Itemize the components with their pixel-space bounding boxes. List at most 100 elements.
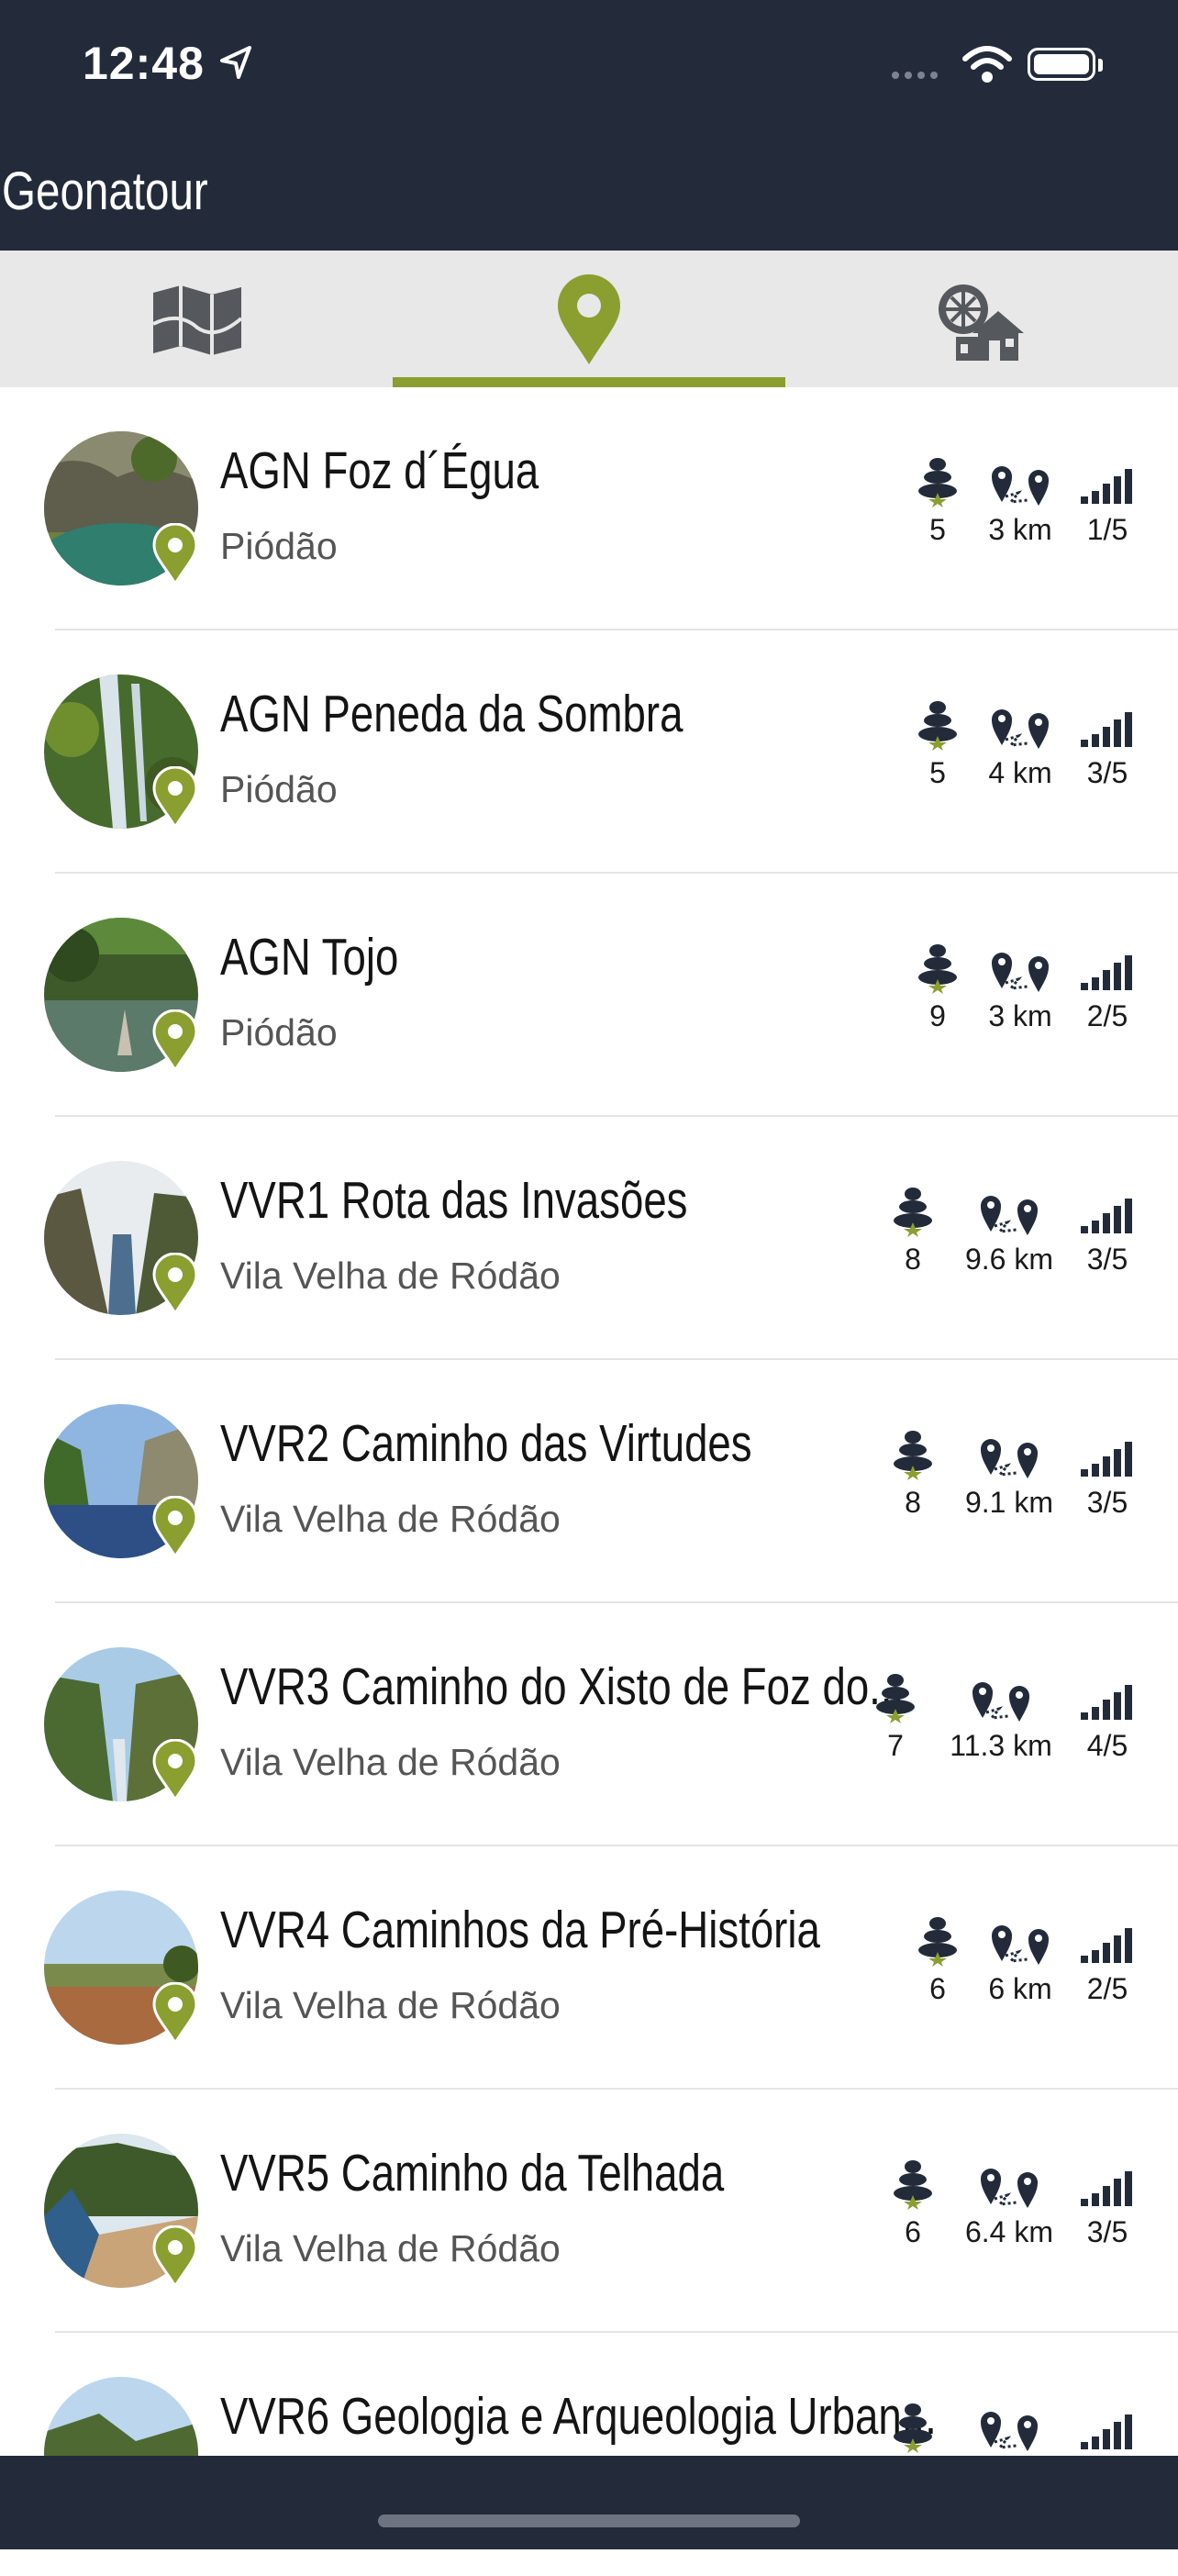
difficulty-bars-icon <box>1081 2414 1132 2449</box>
distance-value: 6.4 km <box>964 2215 1054 2248</box>
battery-icon <box>1028 48 1095 81</box>
difficulty-bars-icon <box>1081 1928 1132 1963</box>
points-stat: 5 <box>910 456 965 547</box>
cellular-signal-icon <box>892 72 938 79</box>
active-tab-indicator <box>393 377 785 387</box>
app-header: Geonatour <box>0 133 1178 251</box>
points-stat: 8 <box>885 1186 940 1277</box>
home-indicator[interactable] <box>378 2515 800 2527</box>
distance-value: 3 km <box>988 513 1052 546</box>
distance-stat: 6 km <box>984 1915 1057 2006</box>
map-pin-icon <box>152 1009 198 1072</box>
distance-value: 9.6 km <box>964 1243 1054 1276</box>
route-location: Piódão <box>220 768 338 810</box>
difficulty-value: 1/5 <box>1086 513 1128 546</box>
points-count: 9 <box>929 999 946 1032</box>
stacked-stones-icon <box>876 1674 915 1723</box>
difficulty-value: 3/5 <box>1086 1243 1128 1276</box>
route-location: Vila Velha de Ródão <box>220 1984 561 2026</box>
map-pin-icon <box>152 523 198 585</box>
route-title: AGN Tojo <box>220 928 399 987</box>
difficulty-stat: 3/5 <box>1075 1429 1139 1520</box>
route-distance-icon <box>992 709 1049 749</box>
difficulty-bars-icon <box>1081 1442 1132 1477</box>
difficulty-stat <box>1075 2402 1139 2453</box>
points-count: 5 <box>929 756 946 789</box>
stacked-stones-icon <box>918 701 957 751</box>
map-pin-icon <box>152 1253 198 1315</box>
route-distance-icon <box>981 1439 1038 1478</box>
wifi-icon <box>962 46 1012 83</box>
points-stat: 9 <box>910 942 965 1033</box>
difficulty-value: 3/5 <box>1086 756 1128 789</box>
status-bar: 12:48 <box>0 0 1178 133</box>
difficulty-stat: 1/5 <box>1075 456 1139 547</box>
status-time: 12:48 <box>83 38 205 89</box>
route-item[interactable]: AGN Tojo Piódão 9 3 km 2/5 <box>0 874 1178 1117</box>
distance-stat <box>956 2402 1062 2453</box>
map-pin-icon <box>152 2225 198 2288</box>
route-title: AGN Foz d´Égua <box>220 441 539 500</box>
points-count: 6 <box>929 1972 946 2005</box>
route-item[interactable]: AGN Foz d´Égua Piódão 5 3 km 1/5 <box>0 387 1178 630</box>
difficulty-value: 2/5 <box>1086 1972 1128 2005</box>
route-location: Piódão <box>220 1011 338 1054</box>
heritage-icon <box>939 284 1024 361</box>
route-item[interactable]: AGN Peneda da Sombra Piódão 5 4 km 3/5 <box>0 630 1178 874</box>
map-pin-icon <box>152 1496 198 1558</box>
route-title: VVR3 Caminho do Xisto de Foz do... <box>220 1657 905 1716</box>
route-item[interactable]: VVR4 Caminhos da Pré-História Vila Velha… <box>0 1846 1178 2090</box>
route-location: Vila Velha de Ródão <box>220 1741 561 1783</box>
distance-stat: 3 km <box>984 942 1057 1033</box>
route-distance-icon <box>981 2169 1038 2208</box>
route-distance-icon <box>992 466 1049 506</box>
stacked-stones-icon <box>918 458 957 507</box>
difficulty-value: 3/5 <box>1086 2215 1128 2248</box>
route-distance-icon <box>981 1196 1038 1235</box>
difficulty-stat: 2/5 <box>1075 942 1139 1033</box>
tab-heritage[interactable] <box>785 251 1178 387</box>
difficulty-bars-icon <box>1081 1685 1132 1720</box>
difficulty-stat: 2/5 <box>1075 1915 1139 2006</box>
difficulty-stat: 3/5 <box>1075 1186 1139 1277</box>
points-stat: 6 <box>885 2158 940 2249</box>
points-count: 7 <box>887 1729 904 1762</box>
distance-stat: 9.1 km <box>956 1429 1062 1520</box>
stacked-stones-icon <box>894 1431 932 1480</box>
difficulty-bars-icon <box>1081 2171 1132 2206</box>
tab-locations[interactable] <box>393 251 785 387</box>
distance-value: 3 km <box>988 999 1052 1032</box>
route-item[interactable]: VVR5 Caminho da Telhada Vila Velha de Ró… <box>0 2090 1178 2333</box>
difficulty-stat: 4/5 <box>1075 1672 1139 1763</box>
stacked-stones-icon <box>918 1917 957 1967</box>
difficulty-value: 4/5 <box>1086 1729 1128 1762</box>
route-title: VVR5 Caminho da Telhada <box>220 2144 725 2202</box>
difficulty-bars-icon <box>1081 469 1132 504</box>
route-item[interactable]: VVR2 Caminho das Virtudes Vila Velha de … <box>0 1360 1178 1603</box>
difficulty-stat: 3/5 <box>1075 2158 1139 2249</box>
points-stat: 7 <box>868 1672 923 1763</box>
difficulty-bars-icon <box>1081 712 1132 747</box>
points-count: 5 <box>929 513 946 546</box>
points-stat: 6 <box>910 1915 965 2006</box>
difficulty-bars-icon <box>1081 1199 1132 1233</box>
stacked-stones-icon <box>894 1188 932 1237</box>
map-pin-icon <box>152 1739 198 1801</box>
distance-value: 11.3 km <box>950 1729 1052 1762</box>
distance-stat: 9.6 km <box>956 1186 1062 1277</box>
route-item[interactable]: VVR3 Caminho do Xisto de Foz do... Vila … <box>0 1603 1178 1846</box>
route-title: VVR2 Caminho das Virtudes <box>220 1414 752 1473</box>
route-location: Vila Velha de Ródão <box>220 1498 561 1540</box>
distance-stat: 3 km <box>984 456 1057 547</box>
distance-stat: 11.3 km <box>939 1672 1062 1763</box>
map-pin-icon <box>152 766 198 829</box>
tab-map[interactable] <box>0 251 393 387</box>
route-item[interactable]: VVR1 Rota das Invasões Vila Velha de Ród… <box>0 1117 1178 1360</box>
distance-value: 9.1 km <box>964 1486 1054 1519</box>
difficulty-bars-icon <box>1081 955 1132 990</box>
map-icon <box>152 285 243 355</box>
route-distance-icon <box>981 2412 1038 2451</box>
distance-value: 4 km <box>988 756 1052 789</box>
distance-value: 6 km <box>988 1972 1052 2005</box>
stacked-stones-icon <box>894 2160 932 2210</box>
